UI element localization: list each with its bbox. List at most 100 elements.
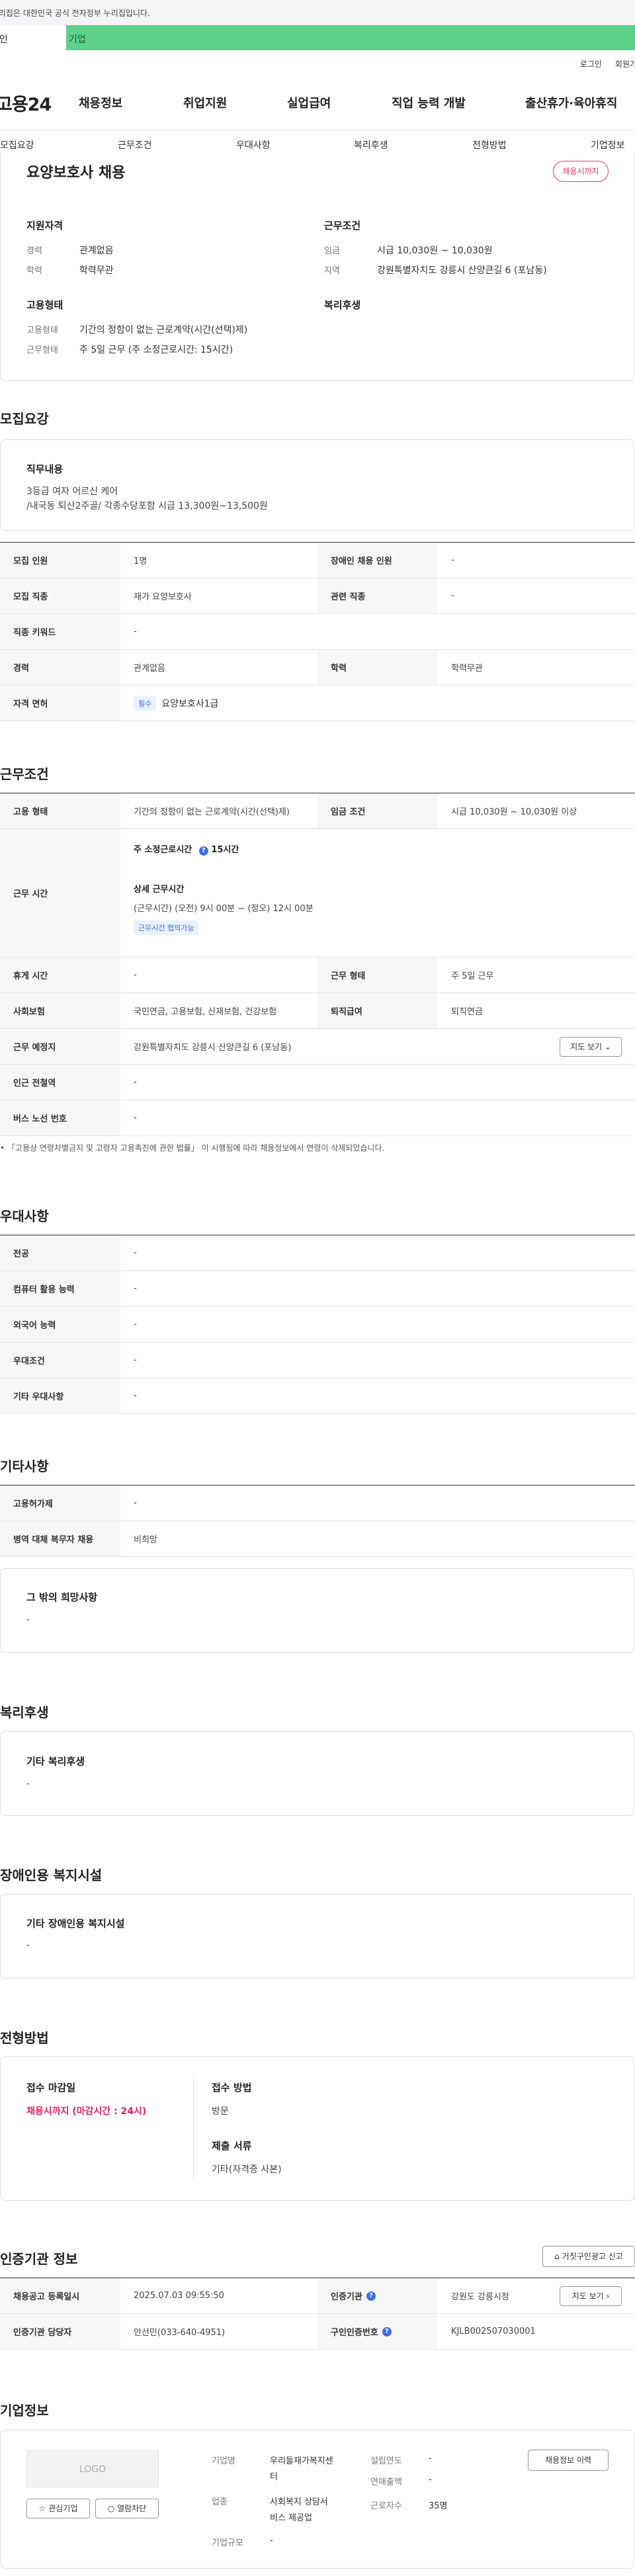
- license-value: 필수 요양보호사1급: [134, 686, 218, 721]
- company-name-label: 기업명: [212, 2456, 235, 2466]
- menu-employment-support[interactable]: 취업지원: [183, 94, 287, 111]
- row-label: 직종 키워드: [0, 614, 120, 649]
- hours-detail-value: (근무시간) (오전) 9시 00분 ~ (정오) 12시 00분: [134, 904, 314, 914]
- tab-personal[interactable]: 개인: [0, 25, 66, 50]
- row-label-2: 임금 조건: [318, 793, 438, 828]
- menu-vocational-training[interactable]: 직업 능력 개발: [392, 94, 525, 111]
- row-value: -: [134, 1391, 137, 1401]
- row-label: 병역 대체 복무자 채용: [0, 1521, 120, 1556]
- weekly-hours-value: 15시간: [211, 845, 239, 855]
- row-label: 휴게 시간: [0, 957, 120, 993]
- row-value: -: [134, 970, 137, 980]
- employment-type-label: 고용형태: [26, 326, 58, 335]
- table-row: 경력 관계없음 학력 학력무관: [0, 650, 635, 686]
- cert-section-title: 인증기관 정보: [0, 2251, 78, 2267]
- row-value: 재가 요양보호사: [134, 592, 192, 602]
- row-label: 모집 직종: [0, 578, 120, 613]
- row-value-2: 학력무관: [451, 664, 483, 674]
- deadline-heading: 접수 마감일: [26, 2082, 76, 2094]
- false-ad-report-button[interactable]: ⌂ 거짓구인광고 신고: [542, 2246, 635, 2267]
- row-label-2: 인증기관?: [318, 2278, 438, 2313]
- company-name-line-1: 우리들재가복지센: [270, 2456, 333, 2466]
- sales-label: 연매출액: [370, 2477, 402, 2487]
- required-tag: 필수: [134, 695, 157, 711]
- row-label: 고용 형태: [0, 793, 120, 828]
- license-label: 자격 면허: [0, 686, 120, 721]
- row-value: 2025.07.03 09:55:50: [134, 2291, 224, 2301]
- table-row: 모집 직종 재가 요양보호사 관련 직종 -: [0, 578, 635, 614]
- table-row: 모집 인원 1명 장애인 채용 인원 -: [0, 543, 635, 578]
- qualification-heading: 지원자격: [26, 220, 64, 232]
- selection-card: [0, 2057, 635, 2201]
- row-value-2: -: [451, 591, 454, 601]
- row-value: -: [134, 1077, 137, 1087]
- table-row: 근무 시간 주 소정근로시간 ? 15시간 상세 근무시간 (근무시간) (오전…: [0, 829, 635, 957]
- row-label: 경력: [0, 650, 120, 685]
- row-value-2: 시급 10,030원 ~ 10,030원 이상: [451, 807, 577, 817]
- map-view-button[interactable]: 지도 보기 ⌄: [560, 1037, 622, 1057]
- cert-org-view-button[interactable]: 지도 보기 ›: [560, 2286, 622, 2306]
- join-link[interactable]: 회원가입: [615, 58, 635, 69]
- other-wishes-value: -: [26, 1615, 30, 1625]
- row-value-2: KJLB002507030001: [451, 2327, 536, 2336]
- row-label: 우대조건: [0, 1343, 120, 1378]
- career-label: 경력: [26, 246, 42, 256]
- table-row: 인근 전철역 -: [0, 1065, 635, 1100]
- industry-line-1: 사회복지 상담서: [270, 2497, 328, 2507]
- recruit-section-title: 모집요강: [0, 411, 49, 427]
- menu-jobs[interactable]: 채용정보: [79, 94, 183, 111]
- hours-detail-heading: 상세 근무시간: [134, 885, 185, 895]
- selection-section-title: 전형방법: [0, 2030, 49, 2046]
- menu-maternity-leave[interactable]: 출산휴가·육아휴직: [525, 94, 617, 111]
- wage-label: 임금: [324, 246, 340, 256]
- company-name-line-2: 터: [270, 2472, 278, 2482]
- employment-heading: 고용형태: [26, 299, 64, 311]
- global-nav: 고용24 채용정보 취업지원 실업급여 직업 능력 개발 출산휴가·육아휴직: [0, 86, 635, 119]
- login-link[interactable]: 로그인: [580, 58, 602, 69]
- row-label: 모집 인원: [0, 543, 120, 578]
- info-icon[interactable]: ?: [198, 846, 208, 856]
- table-row: 기타 우대사항 -: [0, 1378, 635, 1414]
- table-row: 우대조건 -: [0, 1343, 635, 1378]
- sales-value: -: [429, 2475, 432, 2485]
- hiring-history-button[interactable]: 채용정보 이력: [528, 2450, 609, 2471]
- row-label-2: 장애인 채용 인원: [318, 543, 438, 578]
- row-label: 근무 예정지: [0, 1029, 120, 1064]
- block-view-button[interactable]: ○ 열람차단: [95, 2499, 159, 2518]
- method-value: 방문: [212, 2106, 229, 2117]
- wage-value: 시급 10,030원 ~ 10,030원: [377, 245, 493, 256]
- info-icon[interactable]: ?: [366, 2291, 376, 2301]
- tab-company[interactable]: 기업: [66, 25, 635, 50]
- region-value: 강원특별자치도 강릉시 산양큰길 6 (포남동): [377, 265, 547, 276]
- employees-label: 근로자수: [370, 2501, 402, 2511]
- duty-line-2: /내국동 퇴산2주골/ 각종수당포함 시급 13,300원~13,500원: [26, 501, 268, 511]
- welfare-other-heading: 기타 복리후생: [26, 1755, 85, 1767]
- education-value: 학력무관: [79, 265, 114, 276]
- row-label: 고용허가제: [0, 1486, 120, 1521]
- recruit-table: 모집 인원 1명 장애인 채용 인원 - 모집 직종 재가 요양보호사 관련 직…: [0, 542, 635, 721]
- welfare-heading: 복리후생: [324, 299, 361, 311]
- hours-negotiable-tag: 근무시간 협의가능: [134, 920, 199, 935]
- welfare-card: [0, 1731, 635, 1816]
- menu-unemployment-benefit[interactable]: 실업급여: [287, 94, 392, 111]
- row-label: 사회보험: [0, 993, 120, 1028]
- row-label-2: 학력: [318, 650, 438, 685]
- site-logo[interactable]: 고용24: [0, 90, 79, 116]
- weekly-hours-label: 주 소정근로시간: [134, 845, 192, 855]
- founded-label: 설립연도: [370, 2456, 402, 2466]
- career-value: 관계없음: [79, 245, 114, 256]
- user-type-tabs: 개인 기업: [0, 25, 635, 50]
- row-value-2: 퇴직연금: [451, 1007, 483, 1017]
- company-size-value: -: [270, 2536, 273, 2546]
- favorite-company-button[interactable]: ☆ 관심기업: [26, 2499, 90, 2518]
- work-type-label: 근무형태: [26, 345, 58, 355]
- row-label-2: 구인인증번호?: [318, 2314, 438, 2349]
- row-value: 안선민(033-640-4951): [134, 2328, 226, 2338]
- table-row: 고용 형태 기간의 정함이 없는 근로계약(시간(선택)제) 임금 조건 시급 …: [0, 793, 635, 829]
- preference-table: 전공 - 컴퓨터 활용 능력 - 외국어 능력 - 우대조건 - 기타 우대사항 -: [0, 1235, 635, 1414]
- info-icon[interactable]: ?: [382, 2327, 392, 2336]
- row-value: 국민연금, 고용보험, 산재보험, 건강보험: [134, 1007, 277, 1017]
- row-value: -: [134, 1355, 137, 1365]
- row-label-2: 퇴직급여: [318, 993, 438, 1028]
- table-row: 채용공고 등록일시 2025.07.03 09:55:50 인증기관? 강원도 …: [0, 2278, 635, 2314]
